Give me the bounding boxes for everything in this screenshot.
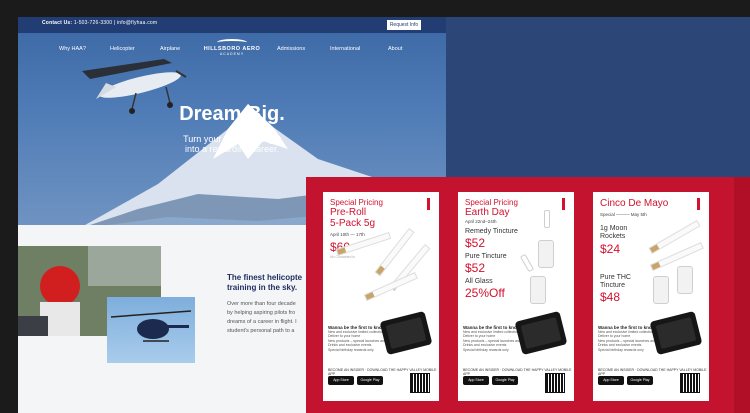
poster-kicker: Special Pricing [465, 198, 518, 207]
nav-admissions[interactable]: Admissions [277, 46, 305, 52]
poster-cinco-de-mayo: Cinco De Mayo Special ——— May 5th 1g Moo… [593, 192, 709, 401]
brand-mark [427, 198, 430, 210]
tincture-bottle-image [653, 276, 669, 304]
nav-why-haa[interactable]: Why HAA? [59, 46, 86, 52]
item-price: $52 [465, 261, 486, 275]
item-price: $24 [600, 242, 621, 256]
preroll-image [363, 272, 418, 302]
poster-date: Special ——— May 5th [600, 212, 647, 217]
nav-about[interactable]: About [388, 46, 402, 52]
nav-international[interactable]: International [330, 46, 360, 52]
brand-mark [697, 198, 700, 210]
qr-code-icon [545, 373, 565, 393]
hero-headline: Dream Big. [179, 103, 285, 125]
app-store-badge[interactable]: App Store [598, 376, 624, 385]
tincture-bottle-image [530, 276, 546, 304]
app-store-badge[interactable]: App Store [463, 376, 489, 385]
poster-title: Cinco De Mayo [600, 198, 669, 209]
poster-title: Earth Day [465, 207, 510, 218]
tincture-bottle-image [538, 240, 554, 268]
item-price: $52 [465, 236, 486, 250]
item-price: 25%Off [465, 286, 505, 300]
poster-earth-day: Special Pricing Earth Day April 22nd–24t… [458, 192, 574, 401]
item-label: All Glass [465, 278, 493, 285]
item-label: Pure Tincture [465, 253, 507, 260]
poster-kicker: Special Pricing [330, 198, 383, 207]
contact-info: Contact Us: 1-503-726-3300 | info@flyhaa… [42, 20, 158, 26]
nav-airplane[interactable]: Airplane [160, 46, 180, 52]
item-label: 1g Moon Rockets [600, 225, 628, 240]
poster-title: Pre-Roll 5-Pack 5g [330, 207, 376, 229]
request-info-button[interactable]: Request Info [387, 20, 421, 30]
brand-mark [562, 198, 565, 210]
google-play-badge[interactable]: Google Play [357, 376, 383, 385]
google-play-badge[interactable]: Google Play [492, 376, 518, 385]
nav-helicopter[interactable]: Helicopter [110, 46, 135, 52]
item-label: Pure THC Tincture [600, 274, 631, 289]
app-store-badge[interactable]: App Store [328, 376, 354, 385]
item-price: $48 [600, 290, 621, 304]
qr-code-icon [680, 373, 700, 393]
dropper-image [544, 210, 550, 228]
tincture-bottle-image [677, 266, 693, 294]
red-stripe [734, 177, 750, 413]
poster-date: April 22nd–24th [465, 219, 497, 224]
poster-date: April 10th — 17th [330, 232, 365, 237]
helicopter-flight-photo [107, 297, 195, 363]
google-play-badge[interactable]: Google Play [627, 376, 653, 385]
dropper-image [519, 253, 535, 273]
academy-logo[interactable]: HILLSBORO AERO ACADEMY [203, 39, 261, 57]
poster-preroll: Special Pricing Pre-Roll 5-Pack 5g April… [323, 192, 439, 401]
qr-code-icon [410, 373, 430, 393]
item-label: Remedy Tincture [465, 228, 518, 235]
hero-subline: Turn your dream of flight into a rewardi… [183, 134, 281, 154]
poster-note: No.Contained in [330, 255, 356, 259]
